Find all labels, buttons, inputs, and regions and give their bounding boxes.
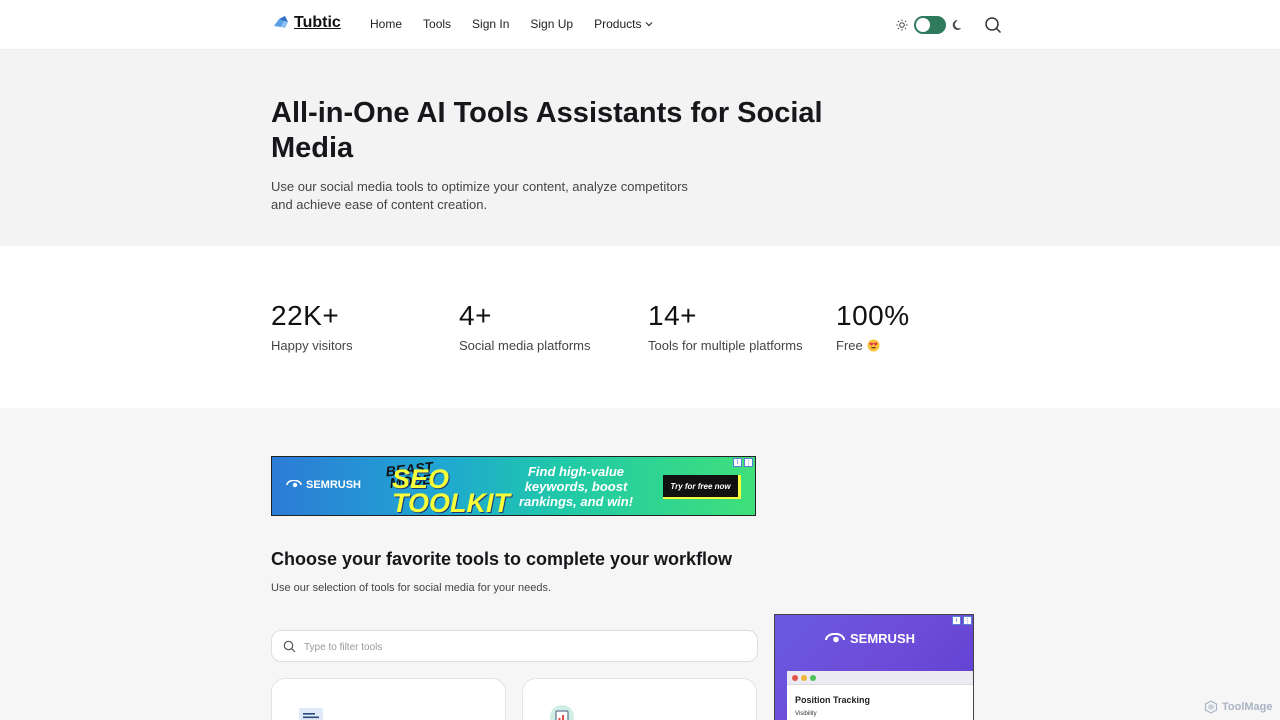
search-icon [283,640,296,653]
sun-icon [896,19,908,31]
site-logo[interactable]: Tubtic [272,14,341,32]
ad-menu-icon[interactable]: ⋮ [744,458,753,467]
toolmage-logo-icon [1204,700,1218,714]
toggle-knob [916,18,930,32]
theme-switch [896,16,964,34]
side-ad-window-title: Position Tracking [795,695,871,705]
chevron-down-icon [646,22,653,27]
theme-toggle[interactable] [914,16,946,34]
tool-filter [271,630,758,662]
ad-brand-text: SEMRUSH [306,479,362,491]
nav-products[interactable]: Products [594,17,653,31]
watermark-text: ToolMage [1222,701,1273,713]
hero-subtitle: Use our social media tools to optimize y… [271,179,688,212]
chart-icon [549,705,575,720]
tools-section-title: Choose your favorite tools to complete y… [271,549,733,569]
site-header: Tubtic Home Tools Sign In Sign Up Produc… [0,0,1280,50]
ad-copy: Find high-value keywords, boost rankings… [518,464,634,509]
logo-icon [272,14,290,32]
ad-choices-icon[interactable]: i [733,458,742,467]
stat-tools: 14+ Tools for multiple platforms [648,300,803,353]
stat-label: Tools for multiple platforms [648,338,803,353]
ad-brand: SEMRUSH [286,479,361,491]
nav-sign-in[interactable]: Sign In [472,17,509,31]
nav-tools[interactable]: Tools [423,17,451,31]
ad-info: i ⋮ [952,616,972,625]
side-ad-brand: SEMRUSH [825,631,915,646]
ad-menu-icon[interactable]: ⋮ [963,616,972,625]
watermark: ToolMage [1204,700,1273,714]
window-close-dot [792,674,798,681]
filter-input[interactable] [304,638,744,656]
hero-title: All-in-One AI Tools Assistants for Socia… [271,97,823,164]
document-icon [298,705,324,720]
nav-sign-up[interactable]: Sign Up [530,17,573,31]
stat-platforms: 4+ Social media platforms [459,300,591,353]
stat-label: Happy visitors [271,338,353,353]
semrush-logo-icon [286,480,302,488]
semrush-logo-icon [825,632,845,642]
nav-home[interactable]: Home [370,17,402,31]
stat-value: 14+ [648,300,697,331]
window-maximize-dot [810,674,816,681]
heart-eyes-emoji-icon [867,339,880,352]
search-icon[interactable] [984,16,1002,34]
stats-section: 22K+ Happy visitors 4+ Social media plat… [0,246,1280,408]
logo-text: Tubtic [294,14,341,31]
side-ad[interactable]: i ⋮ SEMRUSH Position Tracking Visibility [774,614,974,720]
side-ad-window-subtitle: Visibility [795,711,817,717]
stat-value: 22K+ [271,300,340,331]
moon-icon [952,20,961,30]
window-titlebar [787,671,973,685]
ad-cta-button[interactable]: Try for free now [663,475,741,499]
ad-seo-toolkit: SEO TOOLKIT [392,464,510,516]
ad-info: i ⋮ [733,458,753,467]
stat-free: 100% Free [836,300,910,353]
ad-choices-icon[interactable]: i [952,616,961,625]
side-ad-window: Position Tracking Visibility [787,671,973,720]
stat-label: Social media platforms [459,338,591,353]
ad-banner[interactable]: SEMRUSH BEAST MODE SEO TOOLKIT Find high… [271,456,756,516]
nav-products-label: Products [594,17,642,31]
stat-visitors: 22K+ Happy visitors [271,300,353,353]
stat-value: 4+ [459,300,492,331]
hero-section: All-in-One AI Tools Assistants for Socia… [0,51,1280,246]
side-ad-brand-text: SEMRUSH [850,631,916,646]
stat-value: 100% [836,300,910,331]
window-minimize-dot [801,674,807,681]
tool-card[interactable] [522,678,757,720]
tool-card[interactable] [271,678,506,720]
tools-section-subtitle: Use our selection of tools for social me… [271,582,552,594]
main-nav: Home Tools Sign In Sign Up Products [370,17,653,31]
stat-label: Free [836,338,863,353]
